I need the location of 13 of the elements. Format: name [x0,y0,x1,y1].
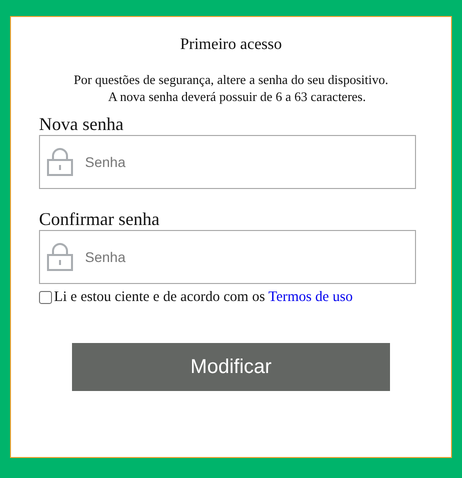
info-text: A nova senha deverá possuir de 6 a 63 caracteres. [107,88,366,105]
modify-button[interactable]: Modificar [72,343,390,391]
info-text: Por questões de segurança, altere a senha do seu dispositivo. [74,71,388,88]
password-field[interactable]: Senha [39,230,416,284]
dialog-title: Primeiro acesso [179,35,283,55]
lock-icon [47,243,73,271]
field-label: Confirmar senha [39,208,160,230]
agree-checkbox[interactable] [39,290,52,304]
terms-link[interactable]: Termos de uso [268,289,353,305]
lock-icon [47,148,73,176]
field-label: Nova senha [39,113,124,135]
password-field[interactable]: Senha [39,135,416,189]
agreement-text: Li e estou ciente e de acordo com os Termos de uso [54,288,353,306]
